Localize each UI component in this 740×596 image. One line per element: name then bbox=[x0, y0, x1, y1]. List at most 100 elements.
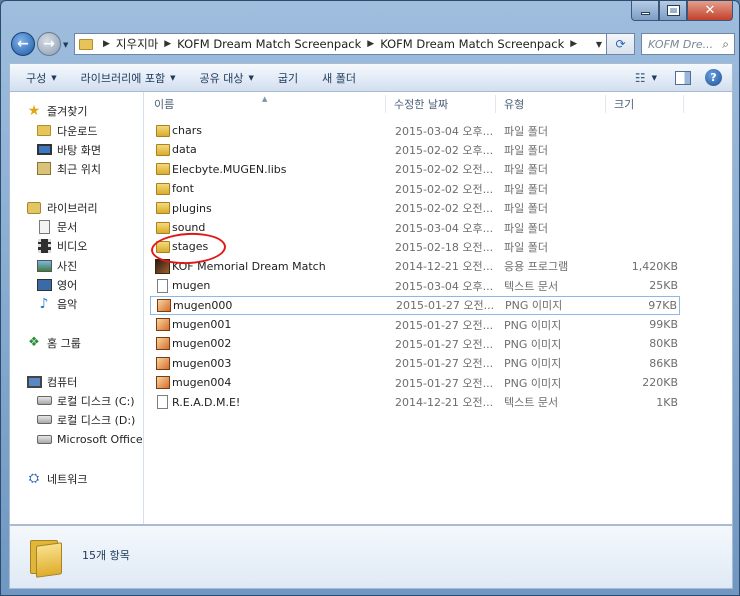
drive-icon bbox=[36, 393, 52, 408]
file-row[interactable]: mugen000 2015-01-27 오전... PNG 이미지 97KB bbox=[150, 295, 680, 315]
film-icon bbox=[36, 238, 52, 253]
file-row[interactable]: Elecbyte.MUGEN.libs 2015-02-02 오전... 파일 폴더 bbox=[150, 160, 680, 179]
file-row[interactable]: mugen004 2015-01-27 오전... PNG 이미지 220KB bbox=[150, 373, 680, 392]
sidebar-item-movies[interactable]: 영어 bbox=[36, 275, 77, 294]
column-header-label: 수정한 날짜 bbox=[394, 98, 449, 111]
file-row[interactable]: mugen003 2015-01-27 오전... PNG 이미지 86KB bbox=[150, 354, 680, 373]
sidebar-item-network[interactable]: ⛭ 네트워크 bbox=[26, 469, 88, 488]
file-row[interactable]: plugins 2015-02-02 오전... 파일 폴더 bbox=[150, 199, 680, 218]
new-folder-label: 새 폴더 bbox=[322, 71, 356, 85]
column-header-type[interactable]: 유형 bbox=[498, 95, 606, 113]
chevron-down-icon[interactable]: ▼ bbox=[652, 74, 657, 82]
folder-icon bbox=[28, 536, 64, 578]
maximize-button[interactable] bbox=[659, 1, 687, 21]
file-date: 2015-01-27 오전... bbox=[395, 337, 494, 351]
file-date: 2015-02-18 오전... bbox=[395, 240, 494, 254]
view-options-icon[interactable]: ☷ bbox=[635, 71, 646, 85]
close-button[interactable]: ✕ bbox=[687, 1, 733, 21]
breadcrumb-item[interactable]: 지우지마 bbox=[116, 36, 158, 52]
file-row[interactable]: KOF Memorial Dream Match 2014-12-21 오전...… bbox=[150, 257, 680, 276]
back-button[interactable]: ← bbox=[11, 32, 35, 56]
recent-pages-dropdown[interactable]: ▼ bbox=[63, 41, 68, 49]
desktop-icon bbox=[36, 142, 52, 157]
sidebar-item-video[interactable]: 비디오 bbox=[36, 236, 87, 255]
file-row[interactable]: mugen 2015-03-04 오후... 텍스트 문서 25KB bbox=[150, 276, 680, 295]
minimize-button[interactable] bbox=[631, 1, 659, 21]
forward-button[interactable]: → bbox=[37, 32, 61, 56]
file-date: 2015-01-27 오전... bbox=[396, 299, 495, 313]
file-type: 텍스트 문서 bbox=[504, 396, 559, 410]
chevron-right-icon[interactable]: ▶ bbox=[367, 39, 374, 49]
sidebar-item-drive-d[interactable]: 로컬 디스크 (D:) bbox=[36, 410, 135, 429]
column-header-name[interactable]: 이름 ▲ bbox=[148, 95, 386, 113]
sidebar-item-music[interactable]: ♪ 음악 bbox=[36, 294, 78, 313]
file-type: PNG 이미지 bbox=[504, 337, 562, 351]
file-date: 2015-02-02 오후... bbox=[395, 143, 494, 157]
burn-button[interactable]: 굽기 bbox=[278, 70, 298, 86]
file-row[interactable]: mugen002 2015-01-27 오전... PNG 이미지 80KB bbox=[150, 334, 680, 353]
search-placeholder: KOFM Dre... bbox=[648, 37, 714, 51]
chevron-right-icon[interactable]: ▶ bbox=[103, 39, 110, 49]
arrow-left-icon: ← bbox=[17, 36, 29, 52]
sidebar-item-downloads[interactable]: 다운로드 bbox=[36, 121, 97, 140]
sidebar-item-drive-office[interactable]: Microsoft Office bbox=[36, 430, 143, 449]
file-row[interactable]: data 2015-02-02 오후... 파일 폴더 bbox=[150, 140, 680, 159]
sidebar-item-label: 다운로드 bbox=[57, 124, 98, 138]
file-type: 파일 폴더 bbox=[504, 221, 548, 235]
sidebar-item-favorites[interactable]: ★ 즐겨찾기 bbox=[26, 101, 88, 120]
file-row[interactable]: stages 2015-02-18 오전... 파일 폴더 bbox=[150, 237, 680, 256]
column-header-date[interactable]: 수정한 날짜 bbox=[388, 95, 496, 113]
file-row[interactable]: mugen001 2015-01-27 오전... PNG 이미지 99KB bbox=[150, 315, 680, 334]
file-type: 파일 폴더 bbox=[504, 124, 548, 138]
sidebar-item-label: 비디오 bbox=[57, 239, 88, 253]
breadcrumb-item[interactable]: KOFM Dream Match Screenpack bbox=[380, 37, 564, 51]
chevron-right-icon[interactable]: ▶ bbox=[164, 39, 171, 49]
new-folder-button[interactable]: 새 폴더 bbox=[322, 70, 356, 86]
file-row[interactable]: font 2015-02-02 오전... 파일 폴더 bbox=[150, 179, 680, 198]
file-type: 파일 폴더 bbox=[504, 240, 548, 254]
chevron-down-icon: ▼ bbox=[51, 73, 57, 82]
file-name: chars bbox=[172, 124, 203, 137]
sidebar-item-pictures[interactable]: 사진 bbox=[36, 256, 77, 275]
preview-pane-icon[interactable] bbox=[675, 70, 691, 85]
sidebar-item-documents[interactable]: 문서 bbox=[36, 217, 77, 236]
file-row[interactable]: sound 2015-03-04 오후... 파일 폴더 bbox=[150, 218, 680, 237]
breadcrumb-item[interactable]: KOFM Dream Match Screenpack bbox=[177, 37, 361, 51]
file-name: KOF Memorial Dream Match bbox=[172, 259, 326, 273]
file-name: mugen002 bbox=[172, 337, 232, 351]
chevron-right-icon[interactable]: ▶ bbox=[570, 39, 577, 49]
image-file-icon bbox=[155, 376, 170, 390]
sidebar-item-desktop[interactable]: 바탕 화면 bbox=[36, 140, 101, 159]
sidebar-item-label: Microsoft Office bbox=[57, 433, 143, 446]
file-date: 2014-12-21 오전... bbox=[395, 260, 494, 274]
file-date: 2015-01-27 오전... bbox=[395, 357, 494, 371]
file-name: mugen003 bbox=[172, 356, 232, 370]
sidebar-item-homegroup[interactable]: ❖ 홈 그룹 bbox=[26, 333, 81, 352]
sidebar-item-label: 로컬 디스크 (D:) bbox=[57, 413, 136, 427]
organize-button[interactable]: 구성 ▼ bbox=[26, 70, 57, 86]
file-row[interactable]: chars 2015-03-04 오후... 파일 폴더 bbox=[150, 121, 680, 140]
search-input[interactable]: KOFM Dre... ⌕ bbox=[641, 33, 735, 55]
burn-label: 굽기 bbox=[277, 71, 299, 85]
caption-buttons: ✕ bbox=[631, 1, 733, 21]
share-with-button[interactable]: 공유 대상 ▼ bbox=[200, 70, 254, 86]
address-dropdown-icon[interactable]: ▼ bbox=[596, 40, 602, 49]
file-type: 파일 폴더 bbox=[504, 163, 548, 177]
folder-icon bbox=[79, 38, 93, 50]
address-bar[interactable]: ▶ 지우지마 ▶ KOFM Dream Match Screenpack ▶ K… bbox=[74, 33, 607, 55]
file-row[interactable]: R.E.A.D.M.E! 2014-12-21 오전... 텍스트 문서 1KB bbox=[150, 393, 680, 412]
help-icon[interactable]: ? bbox=[705, 69, 722, 86]
content-panel: ★ 즐겨찾기 다운로드 바탕 화면 최근 위치 라이브러리 문서 비디오 사진 bbox=[9, 91, 733, 525]
sidebar-item-computer[interactable]: 컴퓨터 bbox=[26, 372, 77, 391]
sidebar-item-libraries[interactable]: 라이브러리 bbox=[26, 198, 98, 217]
sidebar-item-recent[interactable]: 최근 위치 bbox=[36, 159, 101, 178]
sidebar-item-label: 문서 bbox=[57, 220, 78, 234]
column-header-size[interactable]: 크기 bbox=[608, 95, 684, 113]
refresh-button[interactable]: ⟳ bbox=[607, 33, 635, 55]
video-library-icon bbox=[36, 277, 52, 292]
chevron-down-icon: ▼ bbox=[248, 73, 254, 82]
include-library-button[interactable]: 라이브러리에 포함 ▼ bbox=[81, 70, 176, 86]
column-header-label: 유형 bbox=[504, 98, 525, 111]
sidebar-item-drive-c[interactable]: 로컬 디스크 (C:) bbox=[36, 391, 135, 410]
file-name: stages bbox=[172, 240, 209, 254]
